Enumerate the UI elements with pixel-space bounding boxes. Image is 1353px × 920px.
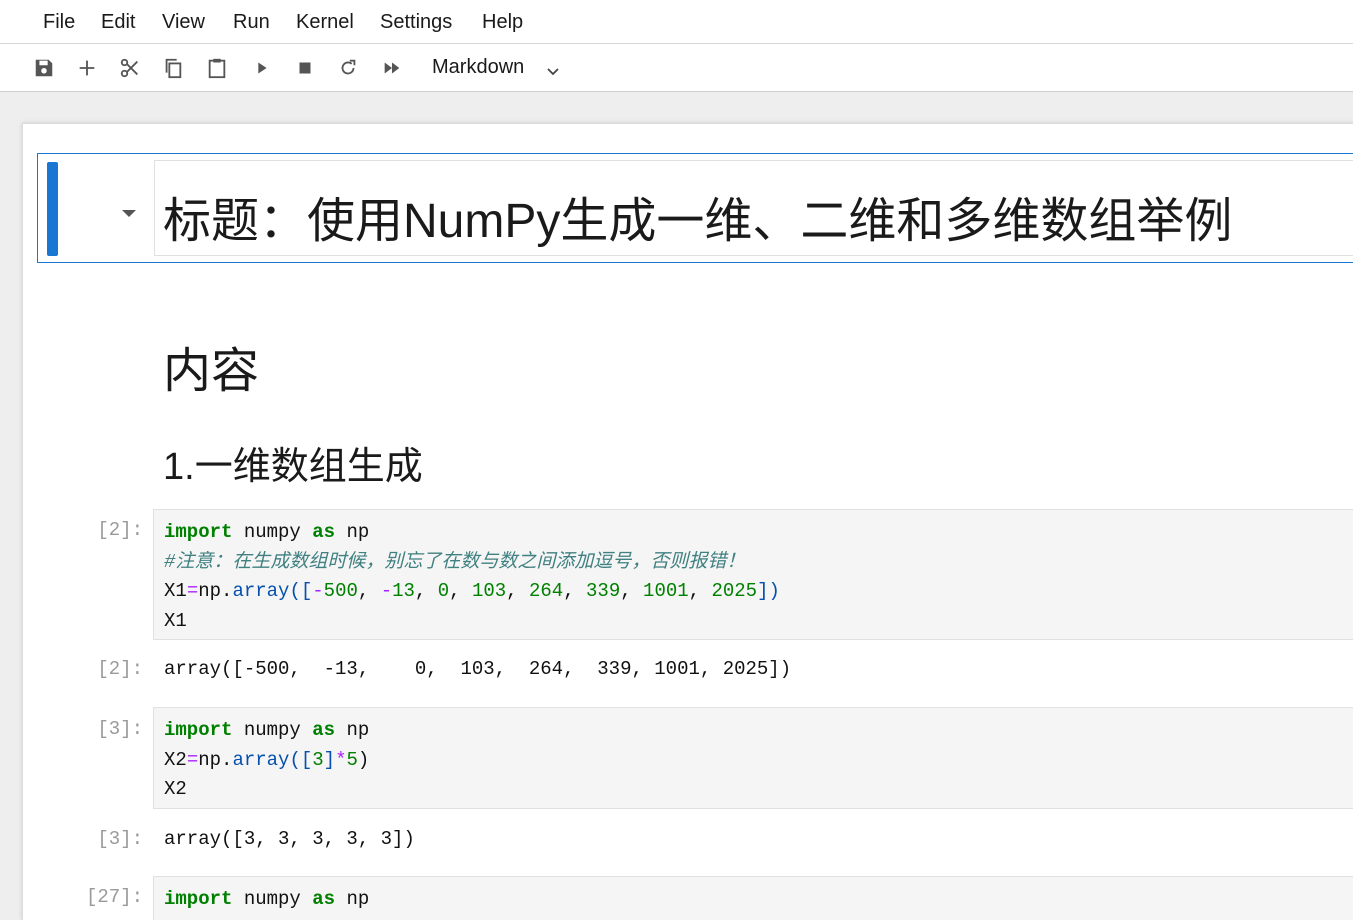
code-token: np (335, 888, 370, 910)
menu-kernel[interactable]: Kernel (296, 11, 354, 34)
active-markdown-cell[interactable]: 标题：使用NumPy生成一维、二维和多维数组举例 (37, 153, 1353, 263)
code-token: ) (357, 748, 370, 771)
code-token: numpy (232, 719, 313, 741)
code-token: array (232, 580, 290, 602)
menu-run[interactable]: Run (233, 11, 270, 34)
code-token: ] (323, 748, 336, 771)
code-token: , (449, 580, 472, 602)
code-token: - (312, 580, 324, 602)
cell-collapser[interactable] (47, 162, 58, 256)
code-cell[interactable]: import numpy as np (153, 876, 1353, 920)
input-prompt: [27]: (85, 886, 143, 908)
caret-down-icon[interactable] (122, 205, 136, 217)
menu-edit[interactable]: Edit (101, 11, 135, 34)
code-token: , (563, 580, 587, 602)
code-token: np. (198, 748, 233, 771)
code-token: = (186, 580, 199, 602)
code-token: np (335, 521, 370, 543)
code-token: numpy (232, 521, 313, 543)
code-token: , (506, 580, 529, 602)
code-token: X2 (164, 748, 187, 771)
section-heading: 内容 (163, 345, 260, 398)
code-cell[interactable]: import numpy as np #注意：在生成数组时候，别忘了在数与数之间… (153, 509, 1353, 640)
restart-icon[interactable] (337, 57, 359, 79)
code-editor[interactable]: import numpy as np X2=np.array([3]*5) X2 (164, 716, 369, 805)
notebook-panel: 标题：使用NumPy生成一维、二维和多维数组举例 内容 1.一维数组生成 [2]… (22, 123, 1353, 920)
copy-icon[interactable] (162, 57, 184, 79)
code-token: X2 (164, 778, 187, 800)
code-token: 13 (392, 580, 415, 602)
cell-output: array([-500, -13, 0, 103, 264, 339, 1001… (164, 658, 792, 680)
code-token: = (186, 748, 199, 771)
subsection-heading: 1.一维数组生成 (163, 446, 423, 488)
code-token: 2025 (711, 580, 758, 602)
input-prompt: [2]: (97, 519, 143, 541)
code-token: np. (198, 580, 233, 602)
code-comment: #注意：在生成数组时候，别忘了在数与数之间添加逗号，否则报错！ (164, 550, 746, 573)
menu-help[interactable]: Help (482, 11, 523, 34)
code-token: 264 (528, 580, 564, 602)
chevron-down-icon[interactable] (545, 64, 561, 80)
code-token: , (688, 580, 712, 602)
menu-file[interactable]: File (43, 11, 75, 34)
code-cell[interactable]: import numpy as np X2=np.array([3]*5) X2 (153, 707, 1353, 809)
stop-icon[interactable] (294, 57, 316, 79)
code-token: X1 (164, 580, 187, 602)
code-editor[interactable]: import numpy as np (164, 885, 369, 915)
cell-type-select[interactable]: Markdown (432, 56, 524, 79)
code-token: ([ (289, 748, 313, 771)
code-token: , (414, 580, 438, 602)
markdown-editor[interactable]: 标题：使用NumPy生成一维、二维和多维数组举例 (154, 160, 1353, 256)
code-token: as (312, 521, 336, 543)
menu-settings[interactable]: Settings (380, 11, 452, 34)
code-token: as (312, 719, 336, 741)
code-token: - (380, 580, 393, 602)
code-token: numpy (232, 888, 313, 910)
cell-output: array([3, 3, 3, 3, 3]) (164, 828, 415, 850)
code-token: 1001 (643, 580, 689, 602)
output-prompt: [3]: (97, 828, 143, 850)
code-token: as (312, 888, 336, 910)
input-prompt: [3]: (97, 718, 143, 740)
notebook-toolbar: Markdown (0, 44, 1353, 92)
code-token: ]) (757, 580, 780, 602)
code-token: , (620, 580, 644, 602)
menu-bar: File Edit View Run Kernel Settings Help (0, 0, 1353, 44)
code-token: 3 (312, 748, 324, 771)
code-token: 339 (586, 580, 621, 602)
code-editor[interactable]: import numpy as np #注意：在生成数组时候，别忘了在数与数之间… (164, 518, 780, 636)
code-token: np (335, 719, 370, 741)
code-token: 500 (323, 580, 358, 602)
code-token: import (164, 521, 233, 543)
title-heading: 标题：使用NumPy生成一维、二维和多维数组举例 (163, 195, 1233, 248)
run-all-icon[interactable] (381, 57, 403, 79)
code-token: 5 (346, 748, 358, 771)
code-token: import (164, 888, 233, 910)
run-icon[interactable] (251, 57, 273, 79)
paste-icon[interactable] (206, 57, 228, 79)
save-icon[interactable] (33, 57, 55, 79)
code-token: import (164, 719, 233, 741)
code-token: * (335, 748, 347, 771)
menu-view[interactable]: View (162, 11, 205, 34)
code-token: X1 (164, 609, 187, 632)
cut-icon[interactable] (119, 57, 141, 79)
code-token: array (232, 748, 290, 771)
code-token: ([ (289, 580, 313, 602)
output-prompt: [2]: (97, 658, 143, 680)
code-token: 0 (437, 580, 450, 602)
code-token: , (357, 580, 381, 602)
add-cell-icon[interactable] (76, 57, 98, 79)
code-token: 103 (471, 580, 507, 602)
